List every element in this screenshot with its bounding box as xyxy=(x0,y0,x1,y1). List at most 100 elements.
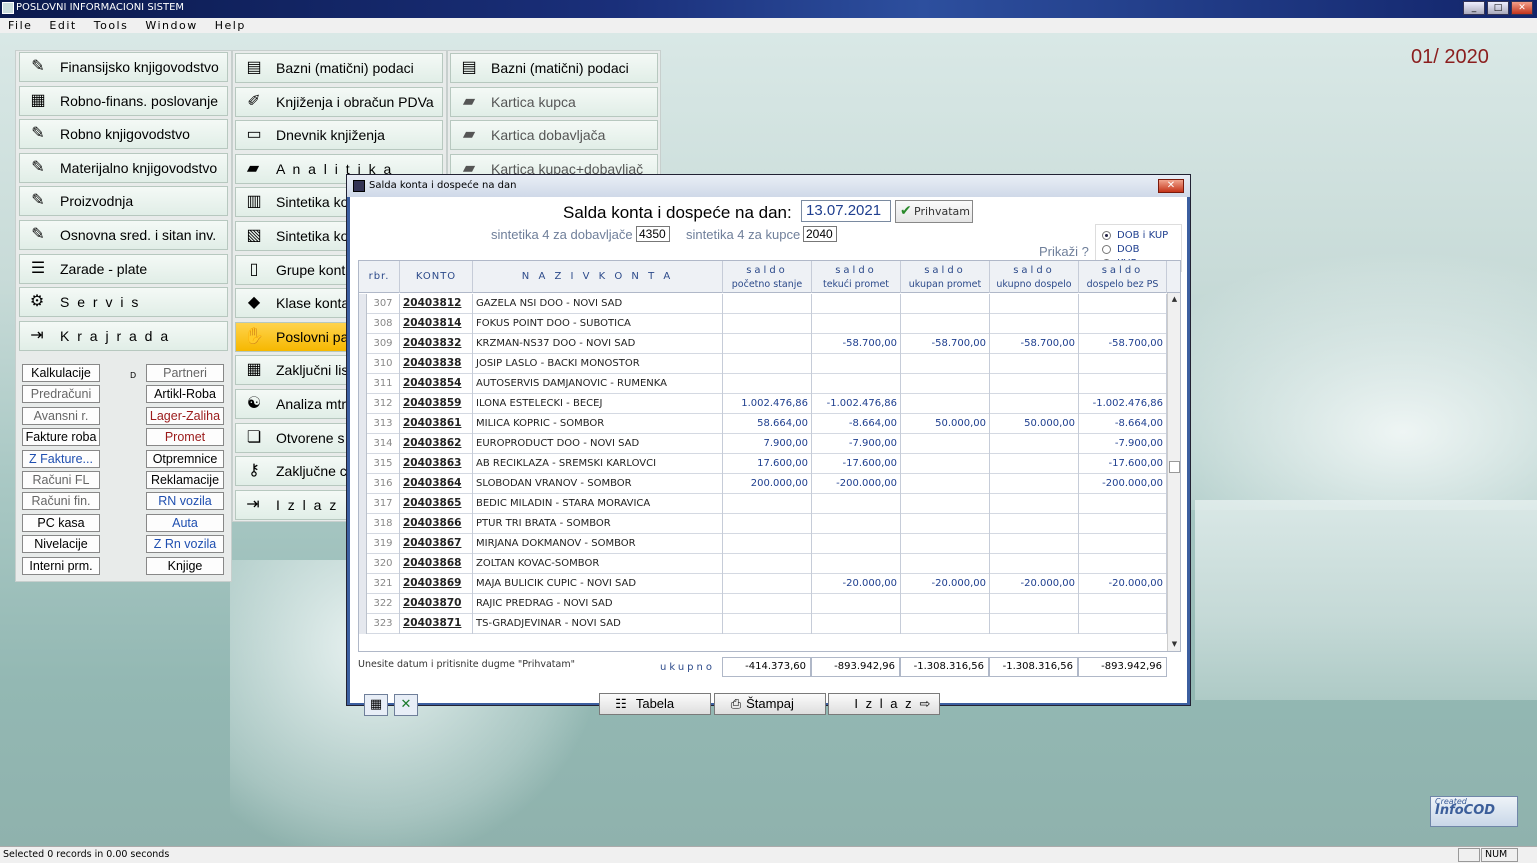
app-icon[interactable] xyxy=(2,2,14,14)
scroll-thumb[interactable] xyxy=(1169,461,1180,473)
submenu2-item[interactable]: ▤ Bazni (matični) podaci xyxy=(450,53,658,83)
main-menu-item[interactable]: ✎ Materijalno knjigovodstvo xyxy=(19,152,228,183)
register-button[interactable]: Z Rn vozila xyxy=(146,535,224,554)
document-button[interactable]: Avansni r. xyxy=(22,406,100,425)
document-button[interactable]: Z Fakture... xyxy=(22,449,100,468)
submenu2-item[interactable]: ▰ Kartica kupca xyxy=(450,86,658,117)
row-selector[interactable] xyxy=(359,414,367,434)
sint-dob-input[interactable]: 4350 xyxy=(636,226,670,242)
row-selector[interactable] xyxy=(359,314,367,334)
table-row[interactable]: 316 20403864 SLOBODAN VRANOV - SOMBOR 200.0… xyxy=(359,474,1167,494)
main-menu-item[interactable]: ⇥ K r a j r a d a xyxy=(19,320,228,351)
table-row[interactable]: 310 20403838 JOSIP LASLO - BACKI MONOSTOR xyxy=(359,354,1167,374)
konto-link[interactable]: 20403867 xyxy=(400,534,473,554)
row-selector[interactable] xyxy=(359,454,367,474)
main-menu-item[interactable]: ▦ Robno-finans. poslovanje xyxy=(19,85,228,116)
main-menu-item[interactable]: ⚙ S e r v i s xyxy=(19,287,228,318)
tabela-button[interactable]: ☷ Tabela xyxy=(599,693,711,715)
sint-kup-input[interactable]: 2040 xyxy=(803,226,837,242)
row-selector[interactable] xyxy=(359,574,367,594)
register-button[interactable]: Otpremnice xyxy=(146,449,224,468)
izlaz-button[interactable]: I z l a z ⇨ xyxy=(828,693,940,715)
main-menu-item[interactable]: ✎ Finansijsko knjigovodstvo xyxy=(19,52,228,82)
date-input[interactable]: 13.07.2021 xyxy=(801,200,891,222)
row-selector[interactable] xyxy=(359,434,367,454)
register-button[interactable]: RN vozila xyxy=(146,492,224,511)
dialog-close-button[interactable]: ✕ xyxy=(1158,179,1184,193)
main-menu-item[interactable]: ☰ Zarade - plate xyxy=(19,253,228,284)
konto-link[interactable]: 20403871 xyxy=(400,614,473,634)
register-button[interactable]: Reklamacije xyxy=(146,471,224,489)
menu-window[interactable]: Window xyxy=(145,19,197,32)
row-selector[interactable] xyxy=(359,534,367,554)
document-button[interactable]: Nivelacije xyxy=(22,535,100,554)
konto-link[interactable]: 20403861 xyxy=(400,414,473,434)
konto-link[interactable]: 20403870 xyxy=(400,594,473,614)
menu-help[interactable]: Help xyxy=(215,19,246,32)
register-button[interactable]: Auta xyxy=(146,513,224,532)
col-tekuci[interactable]: saldo tekući promet xyxy=(812,261,901,293)
accept-button[interactable]: ✔ Prihvatam xyxy=(895,200,973,223)
document-button[interactable]: Fakture roba xyxy=(22,428,100,447)
calculator-icon[interactable]: ▦ xyxy=(364,694,388,716)
scroll-up-icon[interactable]: ▲ xyxy=(1168,293,1180,306)
table-row[interactable]: 308 20403814 FOKUS POINT DOO - SUBOTICA xyxy=(359,314,1167,334)
document-button[interactable]: Kalkulacije xyxy=(22,364,100,382)
table-row[interactable]: 321 20403869 MAJA BULICIK CUPIC - NOVI SAD… xyxy=(359,574,1167,594)
col-pocetno[interactable]: saldo početno stanje xyxy=(723,261,812,293)
register-button[interactable]: Lager-Zaliha xyxy=(146,406,224,425)
row-selector[interactable] xyxy=(359,294,367,314)
radio-dob[interactable]: DOB xyxy=(1102,244,1139,255)
submenu-item[interactable]: ▤ Bazni (matični) podaci xyxy=(235,53,443,83)
konto-link[interactable]: 20403832 xyxy=(400,334,473,354)
table-row[interactable]: 311 20403854 AUTOSERVIS DAMJANOVIC - RUMEN… xyxy=(359,374,1167,394)
konto-link[interactable]: 20403814 xyxy=(400,314,473,334)
konto-link[interactable]: 20403862 xyxy=(400,434,473,454)
close-button[interactable]: ✕ xyxy=(1511,1,1533,15)
register-button[interactable]: Promet xyxy=(146,428,224,447)
submenu-item[interactable]: ✐ Knjiženja i obračun PDVa xyxy=(235,86,443,117)
col-konto[interactable]: KONTO xyxy=(400,261,473,293)
table-row[interactable]: 312 20403859 ILONA ESTELECKI - BECEJ 1.002.… xyxy=(359,394,1167,414)
konto-link[interactable]: 20403865 xyxy=(400,494,473,514)
table-row[interactable]: 313 20403861 MILICA KOPRIC - SOMBOR 58.664,… xyxy=(359,414,1167,434)
konto-link[interactable]: 20403866 xyxy=(400,514,473,534)
menu-file[interactable]: File xyxy=(8,19,32,32)
table-row[interactable]: 317 20403865 BEDIC MILADIN - STARA MORAVIC… xyxy=(359,494,1167,514)
konto-link[interactable]: 20403864 xyxy=(400,474,473,494)
row-selector[interactable] xyxy=(359,354,367,374)
document-button[interactable]: Predračuni xyxy=(22,385,100,404)
register-button[interactable]: Knjige xyxy=(146,556,224,575)
table-row[interactable]: 320 20403868 ZOLTAN KOVAC-SOMBOR xyxy=(359,554,1167,574)
maximize-button[interactable]: □ xyxy=(1487,1,1509,15)
row-selector[interactable] xyxy=(359,614,367,634)
col-rbr[interactable]: rbr. xyxy=(359,261,400,293)
konto-link[interactable]: 20403863 xyxy=(400,454,473,474)
row-selector[interactable] xyxy=(359,594,367,614)
main-menu-item[interactable]: ✎ Osnovna sred. i sitan inv. xyxy=(19,220,228,250)
row-selector[interactable] xyxy=(359,394,367,414)
main-menu-item[interactable]: ✎ Robno knjigovodstvo xyxy=(19,119,228,150)
row-selector[interactable] xyxy=(359,494,367,514)
row-selector[interactable] xyxy=(359,374,367,394)
vertical-scrollbar[interactable]: ▲ ▼ xyxy=(1167,293,1180,651)
main-menu-item[interactable]: ✎ Proizvodnja xyxy=(19,186,228,217)
submenu-item[interactable]: ▭ Dnevnik knjiženja xyxy=(235,120,443,151)
konto-link[interactable]: 20403838 xyxy=(400,354,473,374)
table-row[interactable]: 319 20403867 MIRJANA DOKMANOV - SOMBOR xyxy=(359,534,1167,554)
excel-export-icon[interactable]: ✕ xyxy=(394,694,418,716)
table-row[interactable]: 309 20403832 KRZMAN-NS37 DOO - NOVI SAD -58… xyxy=(359,334,1167,354)
menu-edit[interactable]: Edit xyxy=(49,19,76,32)
row-selector[interactable] xyxy=(359,514,367,534)
row-selector[interactable] xyxy=(359,474,367,494)
col-dospelo[interactable]: saldo ukupno dospelo xyxy=(990,261,1079,293)
konto-link[interactable]: 20403869 xyxy=(400,574,473,594)
minimize-button[interactable]: _ xyxy=(1463,1,1485,15)
table-row[interactable]: 318 20403866 PTUR TRI BRATA - SOMBOR xyxy=(359,514,1167,534)
table-row[interactable]: 314 20403862 EUROPRODUCT DOO - NOVI SAD 7.9… xyxy=(359,434,1167,454)
register-button[interactable]: Partneri xyxy=(146,364,224,382)
menu-tools[interactable]: Tools xyxy=(94,19,129,32)
row-selector[interactable] xyxy=(359,334,367,354)
document-button[interactable]: Računi fin. xyxy=(22,492,100,511)
table-row[interactable]: 307 20403812 GAZELA NSI DOO - NOVI SAD xyxy=(359,294,1167,314)
